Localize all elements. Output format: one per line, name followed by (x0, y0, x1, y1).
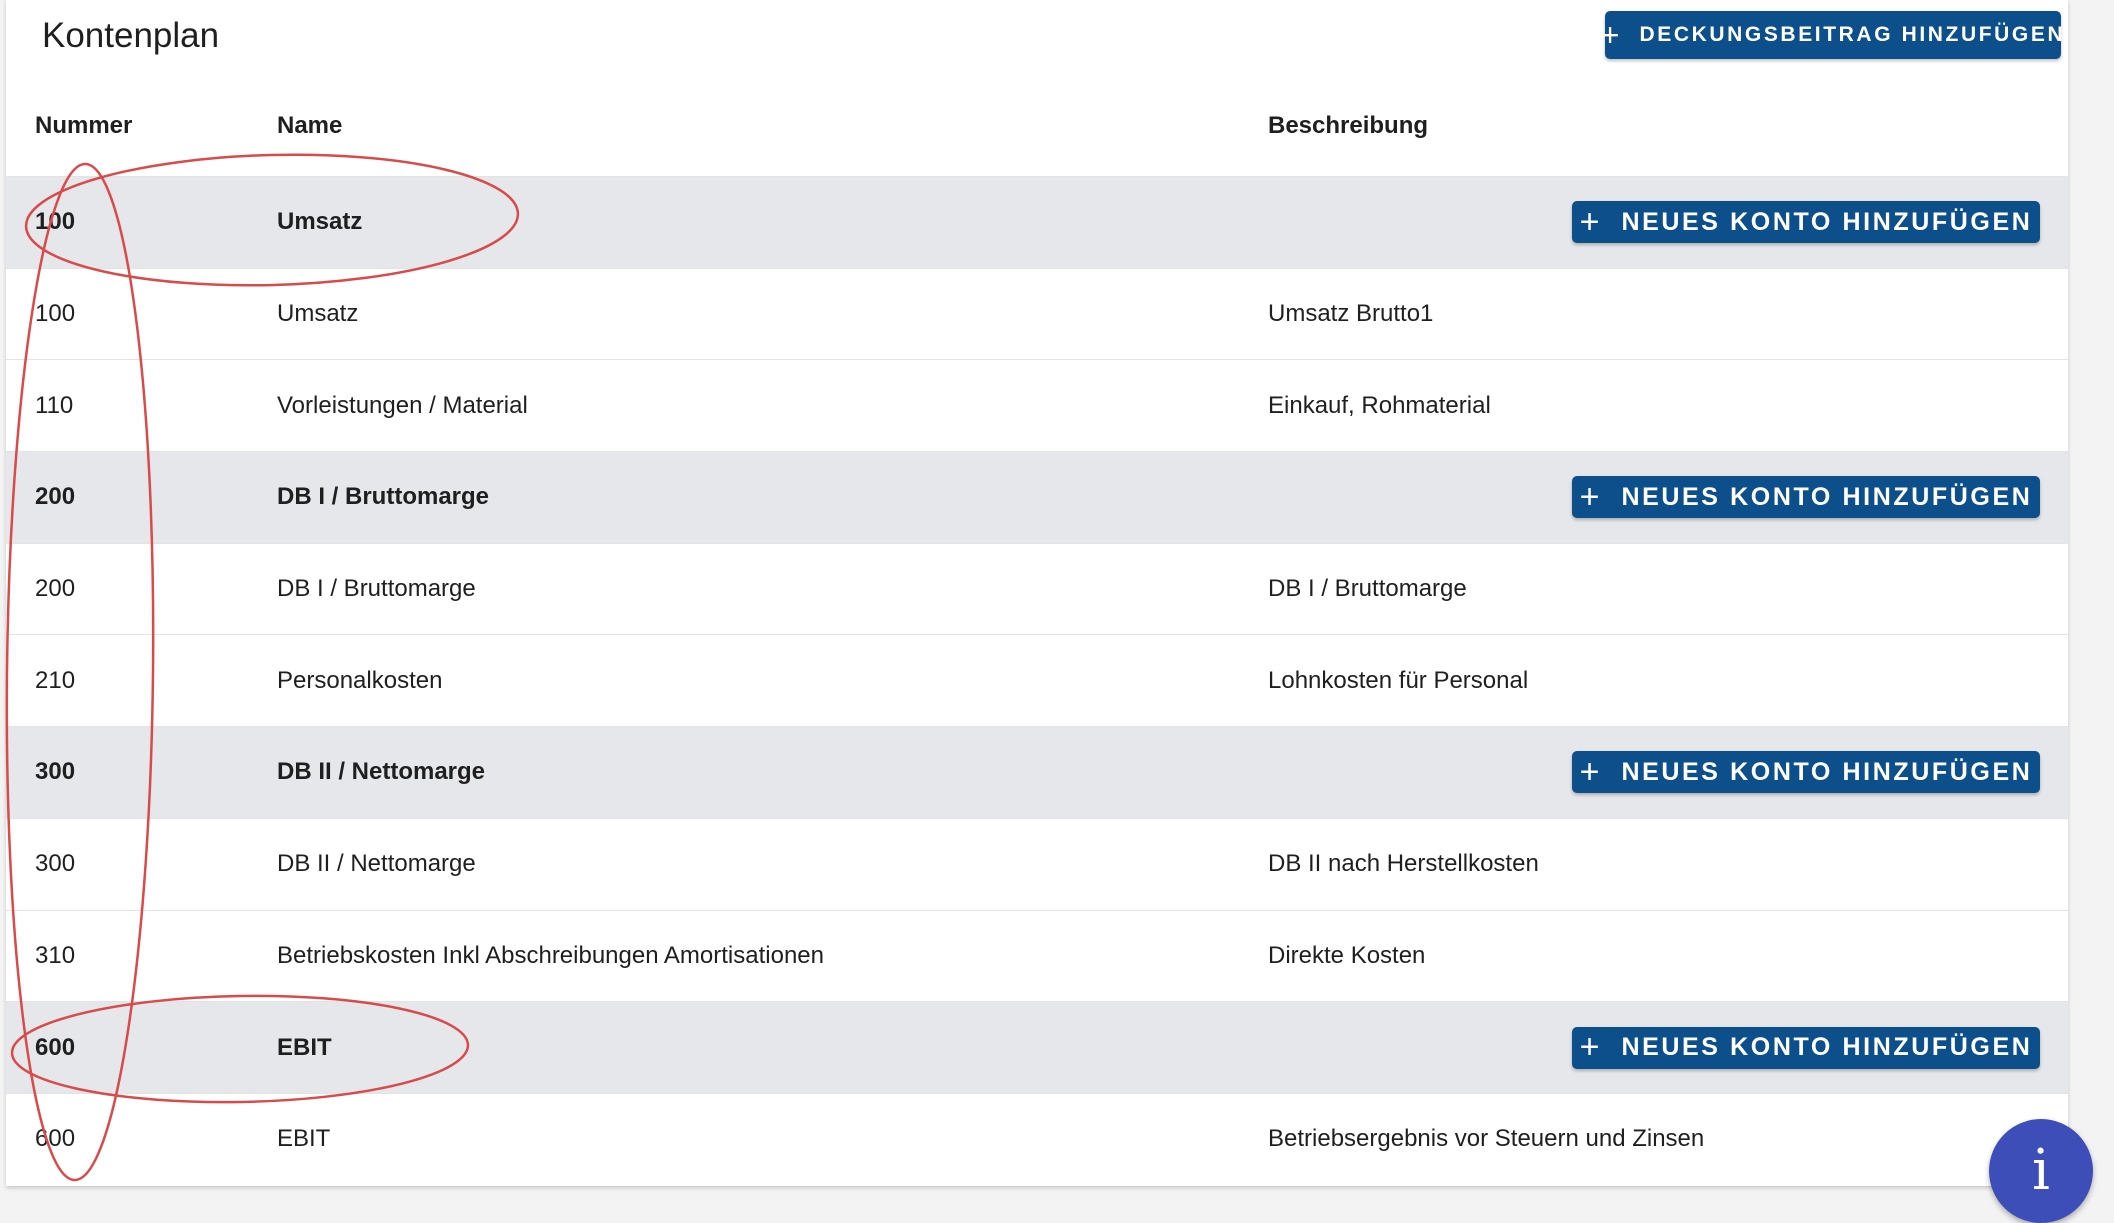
add-account-button[interactable]: + Neues Konto hinzufügen (1572, 751, 2040, 794)
group-row-100: 100 Umsatz + Neues Konto hinzufügen (6, 176, 2068, 268)
card-header: Kontenplan + Deckungsbeitrag hinzufügen (6, 0, 2068, 88)
add-contribution-margin-label: Deckungsbeitrag hinzufügen (1639, 23, 2066, 46)
chart-of-accounts-card: Kontenplan + Deckungsbeitrag hinzufügen … (6, 0, 2068, 1186)
info-icon: i (2032, 1138, 2050, 1203)
group-row-600: 600 EBIT + Neues Konto hinzufügen (6, 1001, 2068, 1093)
account-description: Umsatz Brutto1 (1268, 300, 1434, 328)
account-name: Vorleistungen / Material (277, 391, 528, 419)
account-description: DB I / Bruttomarge (1268, 575, 1467, 603)
info-button[interactable]: i (1989, 1119, 2093, 1223)
table-row[interactable]: 200 DB I / Bruttomarge DB I / Bruttomarg… (6, 542, 2068, 635)
account-name: Personalkosten (277, 666, 443, 694)
group-name: DB II / Nettomarge (277, 758, 486, 786)
account-description: Einkauf, Rohmaterial (1268, 391, 1491, 419)
add-account-label: Neues Konto hinzufügen (1621, 482, 2033, 511)
add-account-button[interactable]: + Neues Konto hinzufügen (1572, 1026, 2040, 1069)
plus-icon: + (1579, 752, 1600, 791)
account-description: DB II nach Herstellkosten (1268, 850, 1539, 878)
table-row[interactable]: 600 EBIT Betriebsergebnis vor Steuern un… (6, 1092, 2068, 1185)
add-contribution-margin-button[interactable]: + Deckungsbeitrag hinzufügen (1601, 11, 2063, 59)
column-header-number: Nummer (35, 112, 133, 139)
accounts-table: Nummer Name Beschreibung 100 Umsatz + Ne… (6, 88, 2068, 1185)
group-name: DB I / Bruttomarge (277, 483, 490, 511)
table-row[interactable]: 300 DB II / Nettomarge DB II nach Herste… (6, 817, 2068, 910)
account-description: Lohnkosten für Personal (1268, 666, 1529, 694)
table-row[interactable]: 310 Betriebskosten Inkl Abschreibungen A… (6, 909, 2068, 1002)
group-number: 200 (35, 483, 76, 511)
add-account-button[interactable]: + Neues Konto hinzufügen (1572, 201, 2040, 244)
account-name: DB II / Nettomarge (277, 850, 476, 878)
account-name: DB I / Bruttomarge (277, 575, 476, 603)
group-number: 100 (35, 208, 76, 236)
account-description: Direkte Kosten (1268, 941, 1426, 969)
table-header: Nummer Name Beschreibung (6, 88, 2068, 176)
account-number: 210 (35, 666, 76, 694)
add-account-label: Neues Konto hinzufügen (1621, 1033, 2033, 1062)
account-name: Umsatz (277, 300, 359, 328)
group-row-200: 200 DB I / Bruttomarge + Neues Konto hin… (6, 451, 2068, 543)
account-number: 100 (35, 300, 76, 328)
group-number: 600 (35, 1033, 76, 1061)
plus-icon: + (1579, 202, 1600, 241)
table-row[interactable]: 100 Umsatz Umsatz Brutto1 (6, 267, 2068, 360)
account-number: 200 (35, 575, 76, 603)
plus-icon: + (1579, 1028, 1600, 1067)
account-number: 600 (35, 1125, 76, 1153)
add-account-button[interactable]: + Neues Konto hinzufügen (1572, 476, 2040, 519)
account-name: EBIT (277, 1125, 331, 1153)
table-row[interactable]: 210 Personalkosten Lohnkosten für Person… (6, 634, 2068, 726)
group-number: 300 (35, 758, 76, 786)
plus-icon: + (1579, 477, 1600, 516)
add-account-label: Neues Konto hinzufügen (1621, 757, 2033, 786)
account-number: 110 (35, 391, 74, 419)
add-account-label: Neues Konto hinzufügen (1621, 207, 2033, 236)
group-row-300: 300 DB II / Nettomarge + Neues Konto hin… (6, 726, 2068, 818)
account-description: Betriebsergebnis vor Steuern und Zinsen (1268, 1125, 1705, 1153)
page-title: Kontenplan (42, 16, 220, 55)
plus-icon: + (1600, 16, 1620, 53)
column-header-name: Name (277, 112, 343, 139)
column-header-description: Beschreibung (1268, 112, 1429, 139)
group-name: EBIT (277, 1033, 332, 1061)
account-name: Betriebskosten Inkl Abschreibungen Amort… (277, 941, 824, 969)
group-name: Umsatz (277, 208, 363, 236)
account-number: 310 (35, 941, 76, 969)
table-row[interactable]: 110 Vorleistungen / Material Einkauf, Ro… (6, 359, 2068, 451)
account-number: 300 (35, 850, 76, 878)
